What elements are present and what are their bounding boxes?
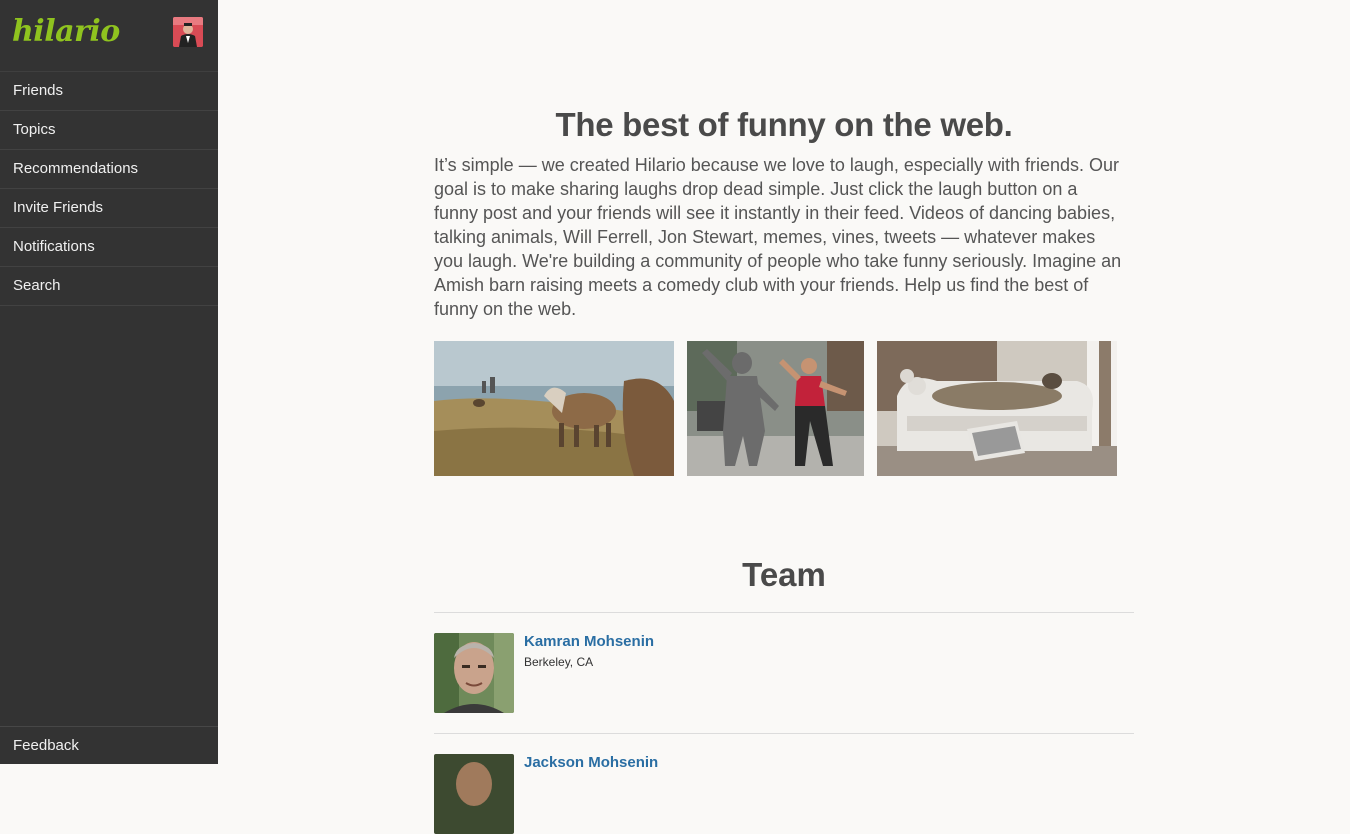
member-photo[interactable] [434,754,514,834]
member-name-link[interactable]: Jackson Mohsenin [524,754,658,771]
member-location: Berkeley, CA [524,655,594,669]
page-headline: The best of funny on the web. [555,106,1013,143]
nav-item-friends[interactable]: Friends [0,72,218,111]
user-avatar[interactable] [173,17,203,47]
sidebar-nav: Friends Topics Recommendations Invite Fr… [0,72,218,306]
team-divider [434,733,1134,734]
sidebar: hilario Friends Topics Recommendations I… [0,0,218,764]
nav-item-search[interactable]: Search [0,267,218,306]
nav-item-notifications[interactable]: Notifications [0,228,218,267]
nav-item-recommendations[interactable]: Recommendations [0,150,218,189]
gif-pony-image[interactable] [434,341,674,476]
nav-item-topics[interactable]: Topics [0,111,218,150]
team-heading: Team [742,556,826,593]
brand-bar: hilario [0,0,218,72]
gif-cat-couch-image[interactable] [877,341,1117,476]
team-divider [434,612,1134,613]
feedback-link[interactable]: Feedback [0,726,218,764]
member-photo[interactable] [434,633,514,713]
team-member: Jackson Mohsenin [434,754,1134,834]
nav-item-invite-friends[interactable]: Invite Friends [0,189,218,228]
hilario-logo[interactable]: hilario [12,14,120,49]
team-member: Kamran Mohsenin Berkeley, CA [434,633,1134,713]
member-name-link[interactable]: Kamran Mohsenin [524,633,654,650]
intro-paragraph: It’s simple — we created Hilario because… [434,155,1122,319]
gif-dancers-image[interactable] [687,341,864,476]
